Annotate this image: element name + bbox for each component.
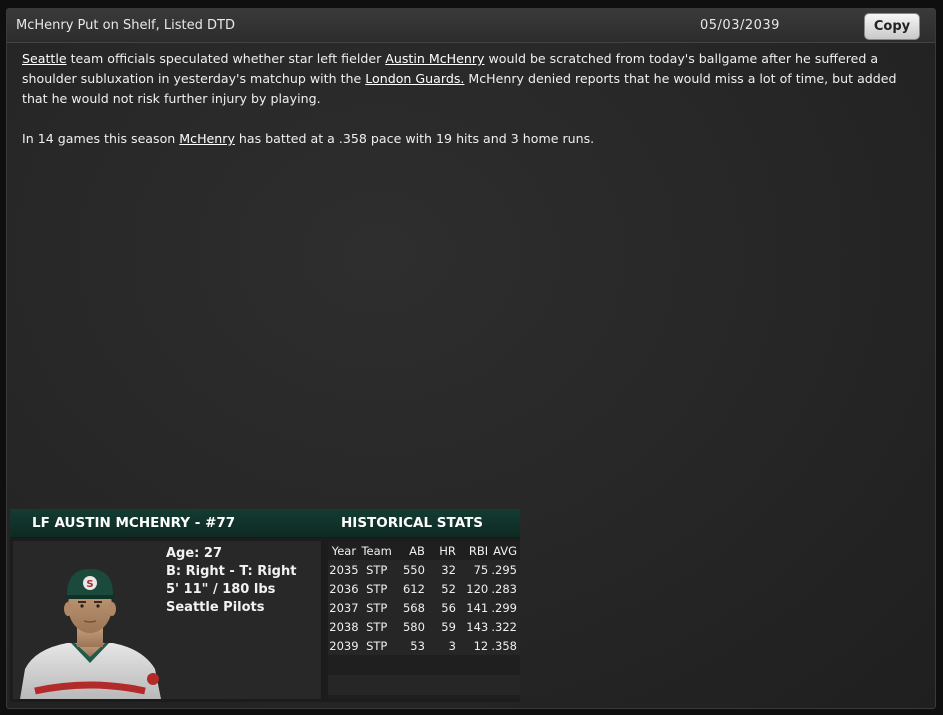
stats-col-year[interactable]: Year (328, 541, 360, 560)
player-link-mchenry[interactable]: McHenry (179, 131, 235, 146)
player-card: LF AUSTIN MCHENRY - #77 HISTORICAL STATS (10, 509, 520, 702)
player-age: Age: 27 (166, 546, 222, 561)
stat-cell: .283 (488, 579, 520, 598)
stat-cell: .299 (488, 598, 520, 617)
player-bio-box: S Age: 27 B: Right - T: Right 5' 11" / 1… (13, 541, 321, 699)
stat-cell: 2037 (328, 598, 360, 617)
stat-cell: 143 (455, 617, 489, 636)
stat-cell: STP (359, 598, 394, 617)
player-bats-throws: B: Right - T: Right (166, 564, 297, 579)
stat-cell: 612 (393, 579, 425, 598)
player-portrait-icon[interactable]: S (15, 551, 165, 699)
stat-cell: 2038 (328, 617, 360, 636)
stat-cell: 56 (424, 598, 456, 617)
stat-cell: 59 (424, 617, 456, 636)
stat-cell: 52 (424, 579, 456, 598)
article-paragraph-1: Seattle team officials speculated whethe… (22, 49, 917, 109)
news-panel: McHenry Put on Shelf, Listed DTD 05/03/2… (6, 8, 936, 709)
copy-button[interactable]: Copy (864, 13, 920, 40)
stats-col-hr[interactable]: HR (425, 541, 456, 560)
stat-cell: 2036 (328, 579, 360, 598)
stat-cell: .322 (488, 617, 520, 636)
svg-text:S: S (86, 579, 93, 590)
stat-cell: STP (359, 560, 394, 579)
stats-header-row: Year Team AB HR RBI AVG (328, 541, 520, 560)
table-row: 2035 STP 550 32 75 .295 (328, 560, 520, 579)
window-frame: McHenry Put on Shelf, Listed DTD 05/03/2… (0, 0, 943, 715)
stat-cell: 3 (424, 636, 456, 655)
team-link-seattle[interactable]: Seattle (22, 51, 67, 66)
table-row: 2039 STP 53 3 12 .358 (328, 636, 520, 655)
stat-cell: 141 (455, 598, 489, 617)
stat-cell: 12 (455, 636, 489, 655)
article-body: Seattle team officials speculated whethe… (22, 49, 917, 169)
player-bio: Age: 27 B: Right - T: Right 5' 11" / 180… (166, 545, 296, 617)
team-link-london-guards[interactable]: London Guards. (365, 71, 464, 86)
player-link-austin-mchenry[interactable]: Austin McHenry (385, 51, 484, 66)
stat-cell: 550 (393, 560, 425, 579)
article-paragraph-2: In 14 games this season McHenry has batt… (22, 129, 917, 149)
stat-cell: 568 (393, 598, 425, 617)
table-row: 2036 STP 612 52 120 .283 (328, 579, 520, 598)
historical-stats-heading: HISTORICAL STATS (341, 515, 484, 531)
player-height-weight: 5' 11" / 180 lbs (166, 582, 276, 597)
stats-col-rbi[interactable]: RBI (456, 541, 488, 560)
article-title: McHenry Put on Shelf, Listed DTD (16, 18, 235, 33)
article-text: team officials speculated whether star l… (66, 51, 386, 66)
article-date: 05/03/2039 (700, 18, 780, 33)
table-row: 2038 STP 580 59 143 .322 (328, 617, 520, 636)
player-card-name[interactable]: LF AUSTIN MCHENRY - #77 (32, 515, 235, 531)
player-team[interactable]: Seattle Pilots (166, 599, 296, 617)
stat-cell: 53 (393, 636, 425, 655)
player-card-header: LF AUSTIN MCHENRY - #77 HISTORICAL STATS (10, 509, 520, 538)
historical-stats-box: Year Team AB HR RBI AVG 2035 STP 550 32 … (328, 541, 520, 699)
stat-cell: STP (359, 636, 394, 655)
stats-empty-row (328, 675, 520, 695)
stat-cell: 2035 (328, 560, 360, 579)
stat-cell: 2039 (328, 636, 360, 655)
stat-cell: 75 (455, 560, 489, 579)
article-text: has batted at a .358 pace with 19 hits a… (234, 131, 595, 146)
stat-cell: .295 (488, 560, 520, 579)
stat-cell: 32 (424, 560, 456, 579)
stat-cell: STP (359, 617, 394, 636)
stats-col-team[interactable]: Team (360, 541, 394, 560)
stats-col-ab[interactable]: AB (394, 541, 425, 560)
stat-cell: 120 (455, 579, 489, 598)
article-text: In 14 games this season (22, 131, 180, 146)
stats-col-avg[interactable]: AVG (488, 541, 520, 560)
stat-cell: STP (359, 579, 394, 598)
historical-stats-table: Year Team AB HR RBI AVG 2035 STP 550 32 … (328, 541, 520, 655)
stat-cell: .358 (488, 636, 520, 655)
stat-cell: 580 (393, 617, 425, 636)
article-titlebar: McHenry Put on Shelf, Listed DTD 05/03/2… (7, 9, 935, 43)
table-row: 2037 STP 568 56 141 .299 (328, 598, 520, 617)
